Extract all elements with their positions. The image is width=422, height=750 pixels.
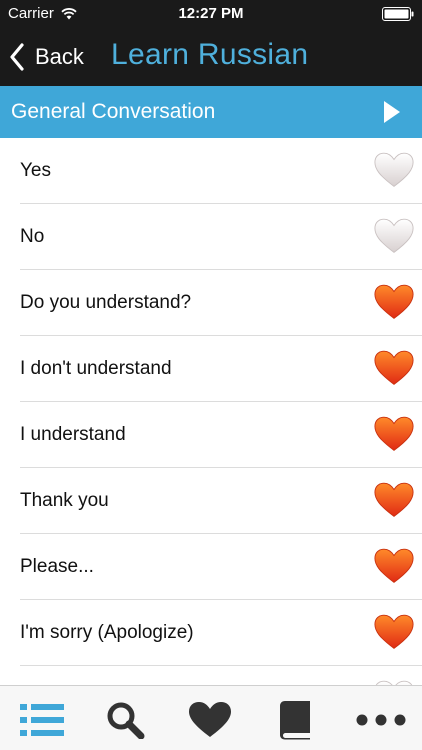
phrase-label: Please...	[20, 556, 94, 577]
app-screen: Carrier 12:27 PM Back Learn Russian Gene…	[0, 0, 422, 750]
unfavorite-heart-icon[interactable]	[374, 151, 414, 189]
tab-bar	[0, 685, 422, 750]
section-title: General Conversation	[11, 100, 216, 123]
phrase-label: I'm sorry (Apologize)	[20, 622, 194, 643]
back-label: Back	[35, 44, 84, 69]
status-time: 12:27 PM	[178, 5, 244, 22]
phrase-list: Yes No Do you understand? I don't understan…	[0, 138, 422, 685]
more-icon	[356, 714, 406, 726]
page-title: Learn Russian	[111, 38, 309, 71]
favorite-heart-icon[interactable]	[374, 349, 414, 387]
phrase-row[interactable]: Do you understand?	[0, 270, 422, 336]
chevron-left-icon	[10, 43, 24, 71]
unfavorite-heart-icon[interactable]	[374, 217, 414, 255]
favorite-heart-icon[interactable]	[374, 613, 414, 651]
phrase-row[interactable]: I don't understand	[0, 336, 422, 402]
back-button[interactable]: Back	[9, 41, 84, 73]
list-icon	[20, 704, 64, 736]
phrase-label: I don't understand	[20, 358, 172, 379]
phrase-row[interactable]	[0, 666, 422, 685]
phrase-row[interactable]: Thank you	[0, 468, 422, 534]
book-icon	[280, 701, 310, 740]
phrase-row[interactable]: I understand	[0, 402, 422, 468]
tab-book[interactable]	[273, 700, 319, 740]
tab-more[interactable]	[356, 700, 406, 740]
phrase-label: Do you understand?	[20, 292, 192, 313]
heart-icon	[189, 702, 231, 737]
search-icon	[107, 702, 145, 739]
tab-list[interactable]	[19, 700, 65, 740]
tab-search[interactable]	[103, 700, 149, 740]
tab-favorites[interactable]	[187, 700, 233, 740]
phrase-label: No	[20, 226, 45, 247]
phrase-row[interactable]: I'm sorry (Apologize)	[0, 600, 422, 666]
favorite-heart-icon[interactable]	[374, 283, 414, 321]
play-icon[interactable]	[383, 100, 401, 124]
section-header[interactable]: General Conversation	[0, 86, 422, 138]
phrase-row[interactable]: Yes	[0, 138, 422, 204]
phrase-label: Thank you	[20, 490, 109, 511]
phrase-row[interactable]: No	[0, 204, 422, 270]
favorite-heart-icon[interactable]	[374, 415, 414, 453]
favorite-heart-icon[interactable]	[374, 481, 414, 519]
status-bar: Carrier 12:27 PM	[0, 0, 422, 28]
phrase-row[interactable]: Please...	[0, 534, 422, 600]
phrase-label: I understand	[20, 424, 126, 445]
navigation-bar: Back Learn Russian	[0, 28, 422, 86]
phrase-label: Yes	[20, 160, 51, 181]
battery-icon	[382, 7, 414, 21]
favorite-heart-icon[interactable]	[374, 547, 414, 585]
